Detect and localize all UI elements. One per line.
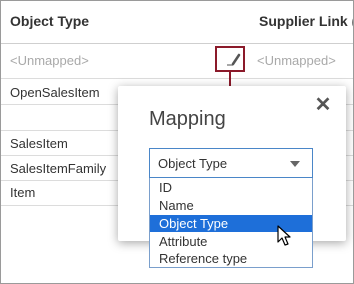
table-row[interactable]: <Unmapped> <Unmapped> <box>1 44 353 79</box>
select-dropdown-list: ID Name Object Type Attribute Reference … <box>149 178 313 268</box>
option-reference-type[interactable]: Reference type <box>150 250 312 267</box>
cell-object-type: SalesItem <box>10 136 68 151</box>
cell-supplier-link: <Unmapped> <box>257 53 336 68</box>
column-header-supplier-link[interactable]: Supplier Link ( <box>259 13 353 29</box>
close-icon[interactable]: ✕ <box>314 95 332 115</box>
option-name[interactable]: Name <box>150 197 312 214</box>
dialog-title: Mapping <box>149 108 226 130</box>
pencil-icon <box>227 53 241 66</box>
edit-mapping-button[interactable] <box>215 46 245 72</box>
option-id[interactable]: ID <box>150 179 312 196</box>
object-type-select[interactable]: Object Type <box>149 148 313 178</box>
column-header-object-type[interactable]: Object Type <box>10 13 89 29</box>
mouse-pointer-icon <box>277 225 291 246</box>
chevron-down-icon[interactable] <box>290 161 300 167</box>
cell-object-type: SalesItemFamily <box>10 161 107 176</box>
cell-object-type: OpenSalesItem <box>10 85 100 100</box>
select-value: Object Type <box>158 156 228 171</box>
cell-object-type: <Unmapped> <box>10 53 89 68</box>
table-header: Object Type Supplier Link ( <box>1 1 353 44</box>
mapping-table-frame: Object Type Supplier Link ( <Unmapped> <… <box>0 0 354 284</box>
cell-object-type: Item <box>10 185 36 200</box>
